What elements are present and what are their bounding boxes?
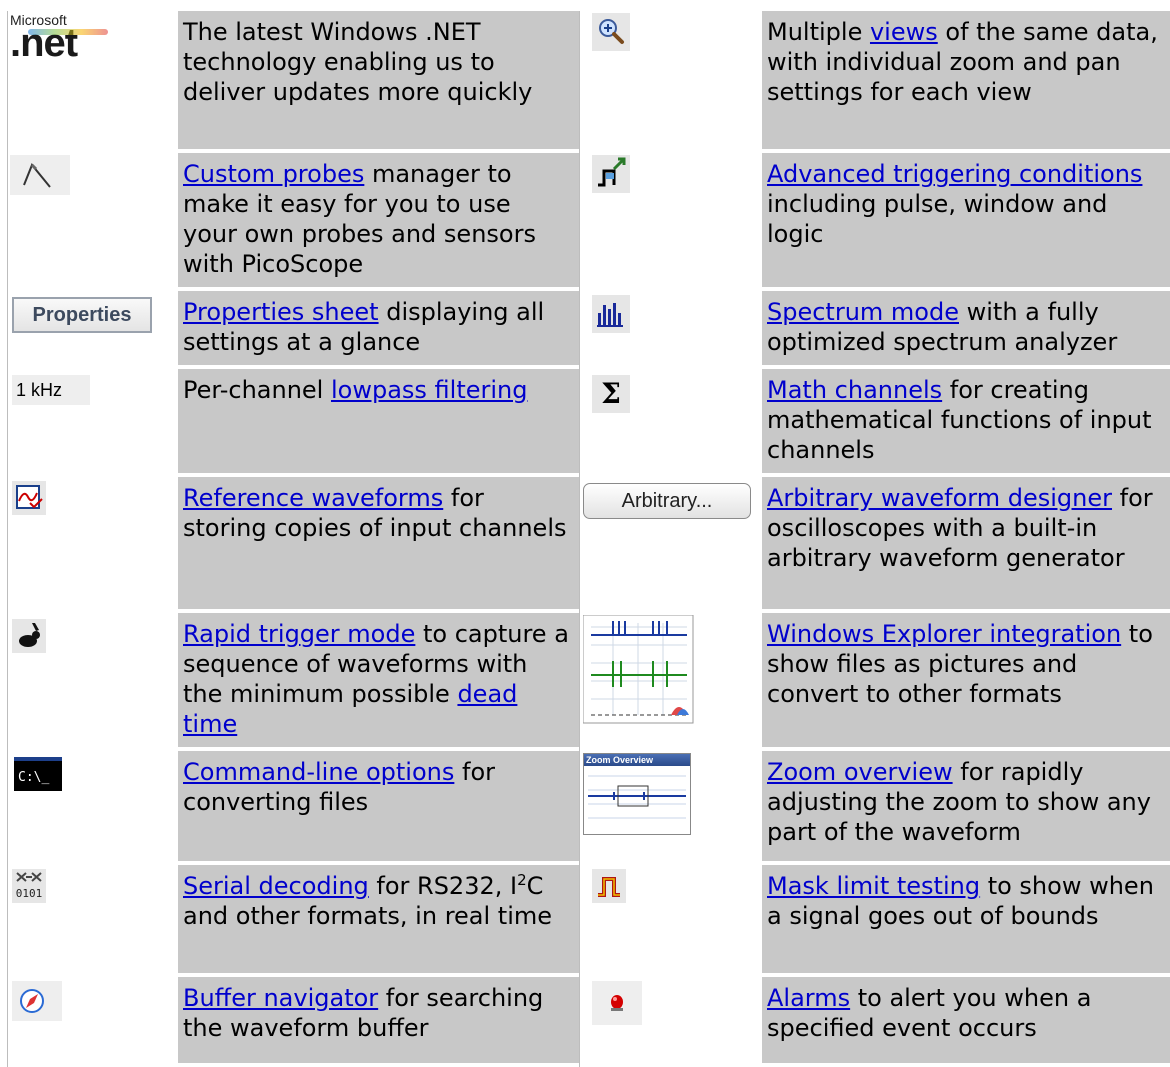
alarm-light-icon (592, 981, 642, 1025)
probe-icon (10, 155, 70, 195)
feature-link[interactable]: Properties sheet (183, 298, 379, 326)
feature-text: Buffer navigator for searching the wavef… (178, 977, 579, 1063)
zoom-overview-thumbnail: Zoom Overview (583, 753, 691, 835)
lowpass-label: 1 kHz (12, 375, 90, 405)
feature-text: Mask limit testing to show when a signal… (762, 865, 1170, 973)
feature-text: Reference waveforms for storing copies o… (178, 477, 579, 609)
properties-button: Properties (12, 297, 152, 333)
icon-cell (579, 291, 762, 369)
icon-cell (7, 153, 178, 291)
spectrum-icon (592, 295, 630, 333)
feature-link[interactable]: Arbitrary waveform designer (767, 484, 1112, 512)
icon-cell (579, 865, 762, 977)
feature-link[interactable]: lowpass filtering (331, 376, 528, 404)
feature-text: Properties sheet displaying all settings… (178, 291, 579, 365)
feature-link[interactable]: Command-line options (183, 758, 454, 786)
feature-row: Reference waveforms for storing copies o… (7, 477, 1170, 613)
feature-link[interactable]: Advanced triggering conditions (767, 160, 1142, 188)
feature-text: Command-line options for converting file… (178, 751, 579, 861)
feature-table: Microsoft .net The latest Windows .NET t… (7, 11, 1170, 1067)
icon-cell: 1 kHz (7, 369, 178, 477)
feature-link[interactable]: Reference waveforms (183, 484, 443, 512)
icon-cell (579, 613, 762, 751)
icon-cell: Zoom Overview (579, 751, 762, 865)
feature-text: Alarms to alert you when a specified eve… (762, 977, 1170, 1063)
icon-cell (579, 977, 762, 1067)
sigma-icon: Σ (592, 375, 630, 413)
feature-text: Rapid trigger mode to capture a sequence… (178, 613, 579, 747)
feature-text: Per-channel lowpass filtering (178, 369, 579, 473)
feature-row: C:\_ Command-line options for converting… (7, 751, 1170, 865)
icon-cell (7, 613, 178, 751)
feature-row: Rapid trigger mode to capture a sequence… (7, 613, 1170, 751)
arbitrary-button: Arbitrary... (583, 483, 751, 519)
compass-icon (12, 981, 62, 1021)
explorer-thumbnail (583, 615, 694, 724)
icon-cell: Arbitrary... (579, 477, 762, 613)
feature-row: 0101 Serial decoding for RS232, I2C and … (7, 865, 1170, 977)
icon-cell: C:\_ (7, 751, 178, 865)
feature-row: 1 kHz Per-channel lowpass filtering Σ Ma… (7, 369, 1170, 477)
feature-row: Properties Properties sheet displaying a… (7, 291, 1170, 369)
feature-link[interactable]: Alarms (767, 984, 850, 1012)
feature-text: Math channels for creating mathematical … (762, 369, 1170, 473)
feature-link[interactable]: Rapid trigger mode (183, 620, 415, 648)
feature-link[interactable]: Serial decoding (183, 872, 369, 900)
feature-link[interactable]: Windows Explorer integration (767, 620, 1121, 648)
feature-text: Custom probes manager to make it easy fo… (178, 153, 579, 287)
feature-link[interactable]: Mask limit testing (767, 872, 980, 900)
feature-link[interactable]: Custom probes (183, 160, 364, 188)
zoom-magnifier-icon (592, 13, 630, 51)
feature-text: Zoom overview for rapidly adjusting the … (762, 751, 1170, 861)
feature-text: Spectrum mode with a fully optimized spe… (762, 291, 1170, 365)
icon-cell: Properties (7, 291, 178, 369)
feature-link[interactable]: Zoom overview (767, 758, 953, 786)
mask-icon (592, 869, 626, 903)
feature-link[interactable]: views (870, 18, 938, 46)
command-prompt-icon: C:\_ (14, 757, 62, 791)
feature-text: Multiple views of the same data, with in… (762, 11, 1170, 149)
icon-cell (579, 11, 762, 153)
feature-text: The latest Windows .NET technology enabl… (178, 11, 579, 149)
dotnet-logo: Microsoft .net (10, 13, 120, 63)
feature-text: Serial decoding for RS232, I2C and other… (178, 865, 579, 973)
icon-cell (7, 477, 178, 613)
feature-text: Arbitrary waveform designer for oscillos… (762, 477, 1170, 609)
feature-link[interactable]: Spectrum mode (767, 298, 959, 326)
icon-cell: Σ (579, 369, 762, 477)
feature-row: Custom probes manager to make it easy fo… (7, 153, 1170, 291)
feature-row: Buffer navigator for searching the wavef… (7, 977, 1170, 1067)
feature-row: Microsoft .net The latest Windows .NET t… (7, 11, 1170, 153)
icon-cell (7, 977, 178, 1067)
serial-decode-icon: 0101 (12, 869, 46, 903)
icon-cell: 0101 (7, 865, 178, 977)
icon-cell (579, 153, 762, 291)
reference-waveform-icon (12, 481, 46, 515)
feature-text: Windows Explorer integration to show fil… (762, 613, 1170, 747)
feature-text: Advanced triggering conditions including… (762, 153, 1170, 287)
trigger-icon (592, 155, 630, 193)
icon-cell: Microsoft .net (7, 11, 178, 153)
feature-link[interactable]: Math channels (767, 376, 942, 404)
rabbit-icon (12, 619, 46, 653)
feature-link[interactable]: Buffer navigator (183, 984, 378, 1012)
